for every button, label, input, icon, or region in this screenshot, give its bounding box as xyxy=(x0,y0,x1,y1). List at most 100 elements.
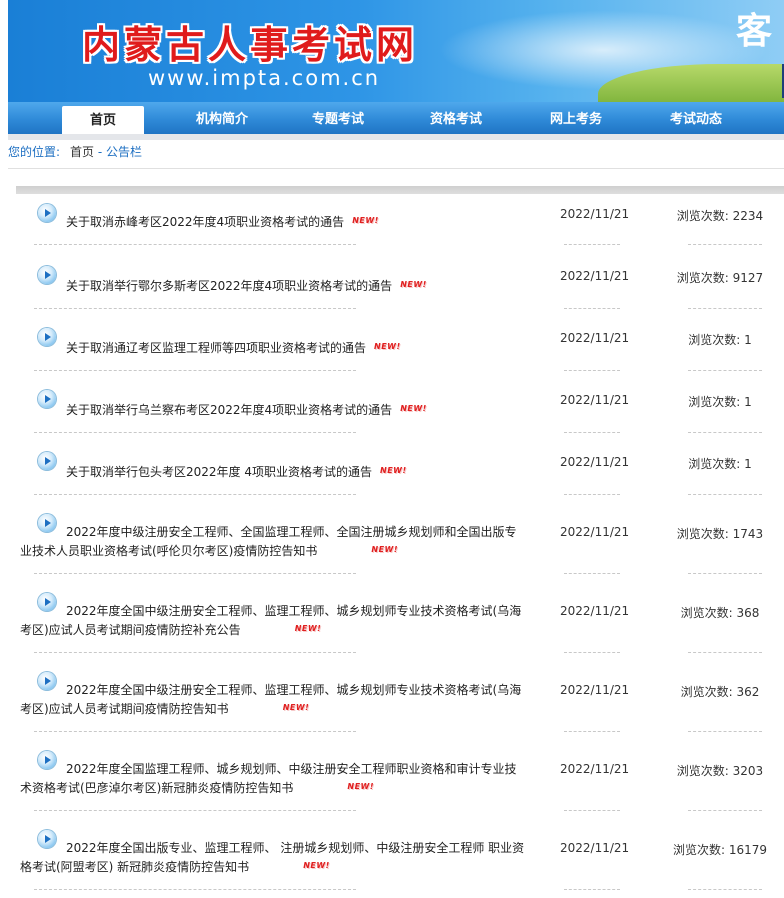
notice-title-text[interactable]: 2022年度中级注册安全工程师、全国监理工程师、全国注册城乡规划师和全国出版专业… xyxy=(20,525,517,558)
row-divider xyxy=(688,731,762,732)
row-divider xyxy=(688,889,762,890)
notice-view-count: 浏览次数: 1743 xyxy=(676,527,764,541)
notice-date: 2022/11/21 xyxy=(560,331,630,345)
notice-view-count: 浏览次数: 1 xyxy=(688,333,752,347)
notice-date: 2022/11/21 xyxy=(560,604,630,618)
breadcrumb-separator: - xyxy=(94,145,107,159)
notice-title-text[interactable]: 关于取消通辽考区监理工程师等四项职业资格考试的通告 xyxy=(66,341,366,355)
breadcrumb-divider xyxy=(8,168,784,169)
row-divider xyxy=(564,370,620,371)
main-nav: 首页 机构简介 专题考试 资格考试 网上考务 考试动态 xyxy=(8,102,784,134)
notice-view-count: 浏览次数: 9127 xyxy=(676,271,764,285)
row-divider xyxy=(564,731,620,732)
notice-date: 2022/11/21 xyxy=(560,525,630,539)
notice-title-text[interactable]: 关于取消举行鄂尔多斯考区2022年度4项职业资格考试的通告 xyxy=(66,279,392,293)
new-badge-icon: NEW! xyxy=(374,342,401,351)
breadcrumb-home-link[interactable]: 首页 xyxy=(70,145,94,159)
row-divider xyxy=(688,810,762,811)
nav-item-exam-news[interactable]: 考试动态 xyxy=(648,102,744,134)
notice-title-link[interactable]: 关于取消通辽考区监理工程师等四项职业资格考试的通告 NEW! xyxy=(66,338,401,357)
breadcrumb: 您的位置: 首页 - 公告栏 xyxy=(8,143,142,160)
notice-view-count: 浏览次数: 1 xyxy=(688,457,752,471)
new-badge-icon: NEW! xyxy=(347,782,375,791)
new-badge-icon: NEW! xyxy=(294,624,322,633)
notice-view-count: 浏览次数: 1 xyxy=(688,395,752,409)
notice-date: 2022/11/21 xyxy=(560,207,630,221)
notice-date: 2022/11/21 xyxy=(560,269,630,283)
row-divider xyxy=(34,889,356,890)
notice-view-count: 浏览次数: 2234 xyxy=(676,209,764,223)
row-divider xyxy=(34,810,356,811)
row-divider xyxy=(34,432,356,433)
notice-date: 2022/11/21 xyxy=(560,762,630,776)
notice-title-link[interactable]: 关于取消举行包头考区2022年度 4项职业资格考试的通告 NEW! xyxy=(66,462,407,481)
notice-view-count: 浏览次数: 3203 xyxy=(676,764,764,778)
row-divider xyxy=(564,494,620,495)
new-badge-icon: NEW! xyxy=(371,545,399,554)
row-divider xyxy=(688,652,762,653)
row-divider xyxy=(34,308,356,309)
row-divider xyxy=(564,889,620,890)
notice-date: 2022/11/21 xyxy=(560,455,630,469)
notice-list-header-bar xyxy=(16,186,784,194)
row-divider xyxy=(564,432,620,433)
row-divider xyxy=(564,652,620,653)
row-divider xyxy=(564,308,620,309)
bullet-arrow-icon xyxy=(38,204,56,222)
notice-title-link[interactable]: 关于取消举行乌兰察布考区2022年度4项职业资格考试的通告 NEW! xyxy=(66,400,427,419)
row-divider xyxy=(564,244,620,245)
bullet-arrow-icon xyxy=(38,390,56,408)
notice-title-text[interactable]: 2022年度全国监理工程师、城乡规划师、中级注册安全工程师职业资格和审计专业技术… xyxy=(20,762,517,795)
notice-title-link[interactable]: 2022年度中级注册安全工程师、全国监理工程师、全国注册城乡规划师和全国出版专业… xyxy=(20,524,528,560)
row-divider xyxy=(34,494,356,495)
notice-view-count: 浏览次数: 368 xyxy=(680,606,760,620)
bullet-arrow-icon xyxy=(38,328,56,346)
notice-date: 2022/11/21 xyxy=(560,393,630,407)
breadcrumb-current-link[interactable]: 公告栏 xyxy=(106,145,142,159)
row-divider xyxy=(34,731,356,732)
row-divider xyxy=(34,244,356,245)
notice-title-link[interactable]: 关于取消举行鄂尔多斯考区2022年度4项职业资格考试的通告 NEW! xyxy=(66,276,427,295)
nav-strip xyxy=(8,134,784,140)
nav-item-home[interactable]: 首页 xyxy=(62,106,144,134)
row-divider xyxy=(34,652,356,653)
nav-item-special-exams[interactable]: 专题考试 xyxy=(292,102,384,134)
row-divider xyxy=(688,370,762,371)
breadcrumb-label: 您的位置: xyxy=(8,145,61,159)
notice-title-text[interactable]: 关于取消赤峰考区2022年度4项职业资格考试的通告 xyxy=(66,215,344,229)
new-badge-icon: NEW! xyxy=(303,861,330,870)
row-divider xyxy=(688,494,762,495)
banner-corner-text: 客 xyxy=(736,10,773,52)
row-divider xyxy=(688,308,762,309)
notice-title-link[interactable]: 2022年度全国监理工程师、城乡规划师、中级注册安全工程师职业资格和审计专业技术… xyxy=(20,761,528,797)
notice-title-link[interactable]: 2022年度全国出版专业、监理工程师、 注册城乡规划师、中级注册安全工程师 职业… xyxy=(20,840,528,876)
bullet-arrow-icon xyxy=(38,452,56,470)
row-divider xyxy=(564,573,620,574)
notice-title-link[interactable]: 关于取消赤峰考区2022年度4项职业资格考试的通告 NEW! xyxy=(66,212,379,231)
nav-item-qualification-exams[interactable]: 资格考试 xyxy=(410,102,502,134)
notice-view-count: 浏览次数: 16179 xyxy=(672,843,768,857)
row-divider xyxy=(688,573,762,574)
nav-item-online-affairs[interactable]: 网上考务 xyxy=(530,102,622,134)
nav-item-about[interactable]: 机构简介 xyxy=(172,102,272,134)
row-divider xyxy=(688,432,762,433)
notice-date: 2022/11/21 xyxy=(560,683,630,697)
notice-title-link[interactable]: 2022年度全国中级注册安全工程师、监理工程师、城乡规划师专业技术资格考试(乌海… xyxy=(20,682,528,718)
new-badge-icon: NEW! xyxy=(400,404,427,413)
notice-view-count: 浏览次数: 362 xyxy=(680,685,760,699)
site-url: www.impta.com.cn xyxy=(148,66,381,90)
new-badge-icon: NEW! xyxy=(282,703,310,712)
site-title: 内蒙古人事考试网 xyxy=(82,22,419,67)
notice-date: 2022/11/21 xyxy=(560,841,630,855)
row-divider xyxy=(564,810,620,811)
bullet-arrow-icon xyxy=(38,266,56,284)
notice-title-text[interactable]: 关于取消举行包头考区2022年度 4项职业资格考试的通告 xyxy=(66,465,372,479)
site-banner: 内蒙古人事考试网 www.impta.com.cn 客 xyxy=(8,0,784,102)
notice-title-text[interactable]: 关于取消举行乌兰察布考区2022年度4项职业资格考试的通告 xyxy=(66,403,392,417)
new-badge-icon: NEW! xyxy=(352,216,379,225)
new-badge-icon: NEW! xyxy=(380,466,407,475)
new-badge-icon: NEW! xyxy=(400,280,427,289)
row-divider xyxy=(688,244,762,245)
notice-title-link[interactable]: 2022年度全国中级注册安全工程师、监理工程师、城乡规划师专业技术资格考试(乌海… xyxy=(20,603,528,639)
row-divider xyxy=(34,370,356,371)
